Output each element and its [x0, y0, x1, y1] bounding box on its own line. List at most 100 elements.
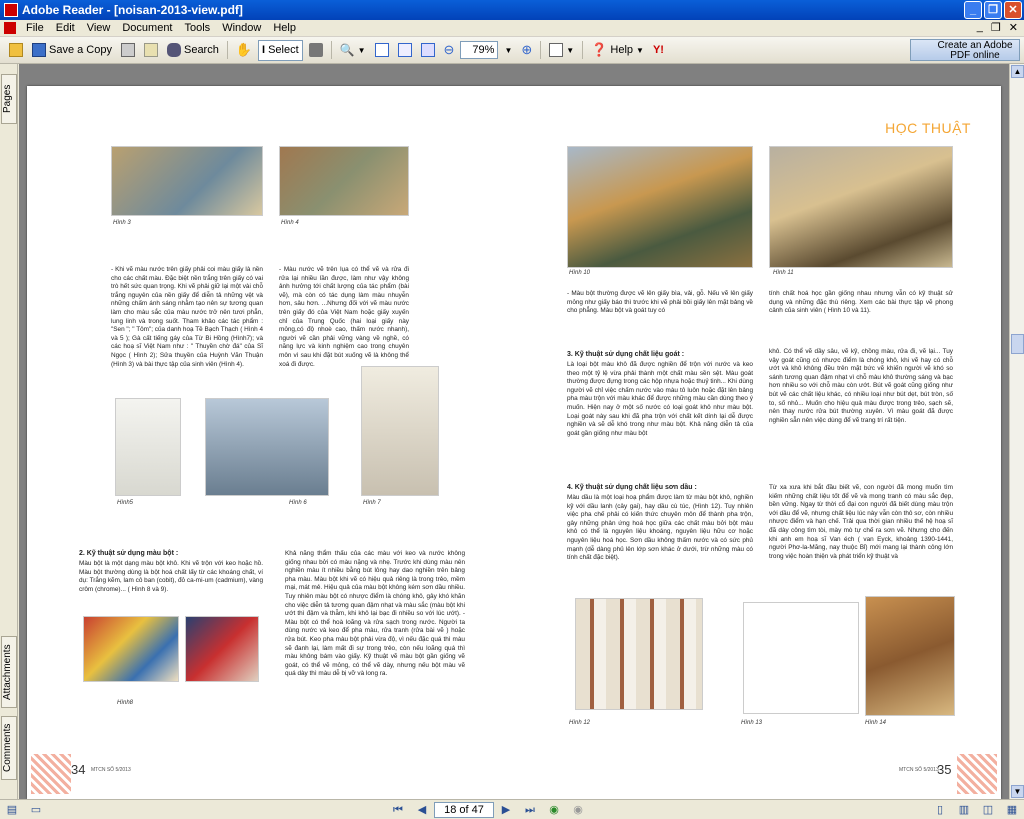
section-4-title: 4. Kỹ thuật sử dụng chất liệu sơn dầu :	[567, 484, 697, 491]
print-button[interactable]	[118, 40, 138, 61]
zoom-in-button[interactable]: ⊕	[518, 40, 535, 61]
restore-button[interactable]: ❐	[984, 1, 1002, 19]
close-button[interactable]: ✕	[1004, 1, 1022, 19]
create-pdf-online-button[interactable]: Create an Adobe PDF online	[910, 39, 1020, 61]
chevron-down-icon: ▼	[566, 45, 575, 55]
scroll-up-button[interactable]: ▲	[1011, 65, 1024, 78]
section-3-title: 3. Kỹ thuật sử dụng chất liệu goát :	[567, 351, 685, 358]
zoom-dropdown-button[interactable]: ▼	[501, 40, 515, 61]
select-label: Select	[268, 44, 299, 56]
fit-width-button[interactable]	[418, 40, 438, 61]
actual-size-button[interactable]	[372, 40, 392, 61]
page-icon[interactable]: ▤	[4, 802, 20, 818]
menu-file[interactable]: File	[20, 22, 50, 34]
search-button[interactable]: Search	[164, 40, 222, 61]
email-button[interactable]	[141, 40, 161, 61]
right-column-1-text: - Màu bột thường được vẽ lên giấy bìa, v…	[567, 290, 753, 315]
menu-help[interactable]: Help	[267, 22, 302, 34]
caption-hinh-13: Hình 13	[741, 720, 763, 726]
disk-icon	[32, 43, 46, 57]
go-back-icon[interactable]: ◉	[546, 802, 562, 818]
printer-icon	[120, 43, 135, 57]
illustration-hinh-12	[575, 598, 703, 710]
right-column-2b-text: khô. Có thể vẽ dầy sâu, vẽ kỹ, chồng màu…	[769, 348, 953, 424]
rotate-button[interactable]: ▼	[546, 40, 577, 61]
caption-hinh-7: Hình 7	[363, 500, 381, 506]
illustration-hinh-3	[111, 146, 263, 216]
pdf-page-spread: HỌC THUẬT Hình 3 Hình 4 - Khi vẽ màu nướ…	[27, 86, 1001, 799]
open-button[interactable]	[6, 40, 26, 61]
status-bar: ▤ ▭ ⏮ ◀ 18 of 47 ▶ ⏭ ◉ ◉ ▯ ▥ ◫ ▦	[0, 799, 1024, 819]
caption-hinh-8: Hình8	[117, 700, 134, 706]
document-viewport[interactable]: HỌC THUẬT Hình 3 Hình 4 - Khi vẽ màu nướ…	[19, 64, 1009, 799]
toolbar-separator	[582, 41, 584, 59]
illustration-hinh-9	[185, 616, 259, 682]
zoom-tool-button[interactable]: 🔍 ▼	[337, 40, 369, 61]
caption-hinh-10: Hình 10	[569, 270, 591, 276]
doc-close-button[interactable]: ✕	[1009, 21, 1018, 34]
tab-comments[interactable]: Comments	[1, 716, 17, 780]
menu-view[interactable]: View	[81, 22, 117, 34]
page-navigation: ⏮ ◀ 18 of 47 ▶ ⏭ ◉ ◉	[48, 801, 928, 818]
continuous-view-icon[interactable]: ▥	[956, 802, 972, 818]
hand-icon: ✋	[235, 42, 253, 57]
illustration-hinh-10	[567, 146, 753, 268]
minus-circle-icon: ⊖	[443, 42, 455, 57]
tab-comments-label: Comments	[2, 723, 13, 773]
toolbar-separator	[226, 41, 228, 59]
folder-icon	[9, 43, 23, 57]
camera-icon	[308, 43, 323, 57]
section-2-title: 2. Kỹ thuật sử dụng màu bột :	[79, 550, 179, 557]
create-pdf-label: Create an Adobe PDF online	[937, 40, 1013, 61]
actual-size-icon	[374, 43, 389, 57]
tab-pages[interactable]: Pages	[1, 74, 17, 124]
menu-edit[interactable]: Edit	[50, 22, 81, 34]
caption-hinh-6: Hình 6	[289, 500, 307, 506]
properties-icon[interactable]: ▭	[28, 802, 44, 818]
window-title: Adobe Reader - [noisan-2013-view.pdf]	[22, 3, 243, 17]
minimize-button[interactable]: _	[964, 1, 982, 19]
menu-document[interactable]: Document	[116, 22, 178, 34]
save-copy-button[interactable]: Save a Copy	[29, 40, 115, 61]
last-page-button[interactable]: ⏭	[522, 802, 538, 818]
left-page-stamp-logo	[31, 754, 71, 794]
previous-page-button[interactable]: ◀	[414, 802, 430, 818]
yahoo-button[interactable]: Y!	[650, 40, 667, 61]
yahoo-logo-icon: Y!	[652, 44, 664, 56]
section-4-text: Màu dầu là một loại hoạ phẩm được làm từ…	[567, 494, 753, 562]
tab-pages-label: Pages	[2, 84, 13, 114]
navigation-sidebar: Pages Attachments Comments	[0, 64, 18, 799]
section-3-text: Là loại bột màu khô đã được nghiền để tr…	[567, 361, 753, 437]
first-page-button[interactable]: ⏮	[390, 802, 406, 818]
illustration-hinh-6	[205, 398, 329, 496]
help-button[interactable]: ❓ Help ▼	[588, 40, 647, 61]
caption-hinh-12: Hình 12	[569, 720, 591, 726]
tab-attachments[interactable]: Attachments	[1, 636, 17, 708]
vertical-scrollbar[interactable]: ▲ ▼	[1009, 64, 1024, 799]
zoom-level-field[interactable]: 79%	[460, 41, 499, 59]
pdf-doc-icon	[4, 22, 16, 34]
hand-tool-button[interactable]: ✋	[233, 40, 255, 61]
facing-view-icon[interactable]: ◫	[980, 802, 996, 818]
toolbar: Save a Copy Search ✋ I Select 🔍 ▼ ⊖ 79% ▼ …	[0, 37, 1024, 64]
snapshot-button[interactable]	[306, 40, 326, 61]
caption-hinh-4: Hình 4	[281, 220, 299, 226]
menu-tools[interactable]: Tools	[179, 22, 217, 34]
single-page-view-icon[interactable]: ▯	[932, 802, 948, 818]
select-tool-button[interactable]: I Select	[258, 39, 303, 61]
continuous-facing-view-icon[interactable]: ▦	[1004, 802, 1020, 818]
next-page-button[interactable]: ▶	[498, 802, 514, 818]
chevron-down-icon: ▼	[636, 45, 644, 55]
scrollbar-thumb[interactable]	[1011, 334, 1024, 354]
zoom-out-button[interactable]: ⊖	[441, 40, 458, 61]
scroll-down-button[interactable]: ▼	[1011, 785, 1024, 798]
fit-page-button[interactable]	[395, 40, 415, 61]
page-number-field[interactable]: 18 of 47	[434, 801, 494, 818]
menu-window[interactable]: Window	[216, 22, 267, 34]
plus-circle-icon: ⊕	[521, 42, 533, 57]
go-forward-icon[interactable]: ◉	[570, 802, 586, 818]
illustration-hinh-14	[865, 596, 955, 716]
doc-restore-button[interactable]: ❐	[991, 21, 1001, 34]
caption-hinh-3: Hình 3	[113, 220, 131, 226]
doc-minimize-button[interactable]: _	[977, 21, 983, 34]
